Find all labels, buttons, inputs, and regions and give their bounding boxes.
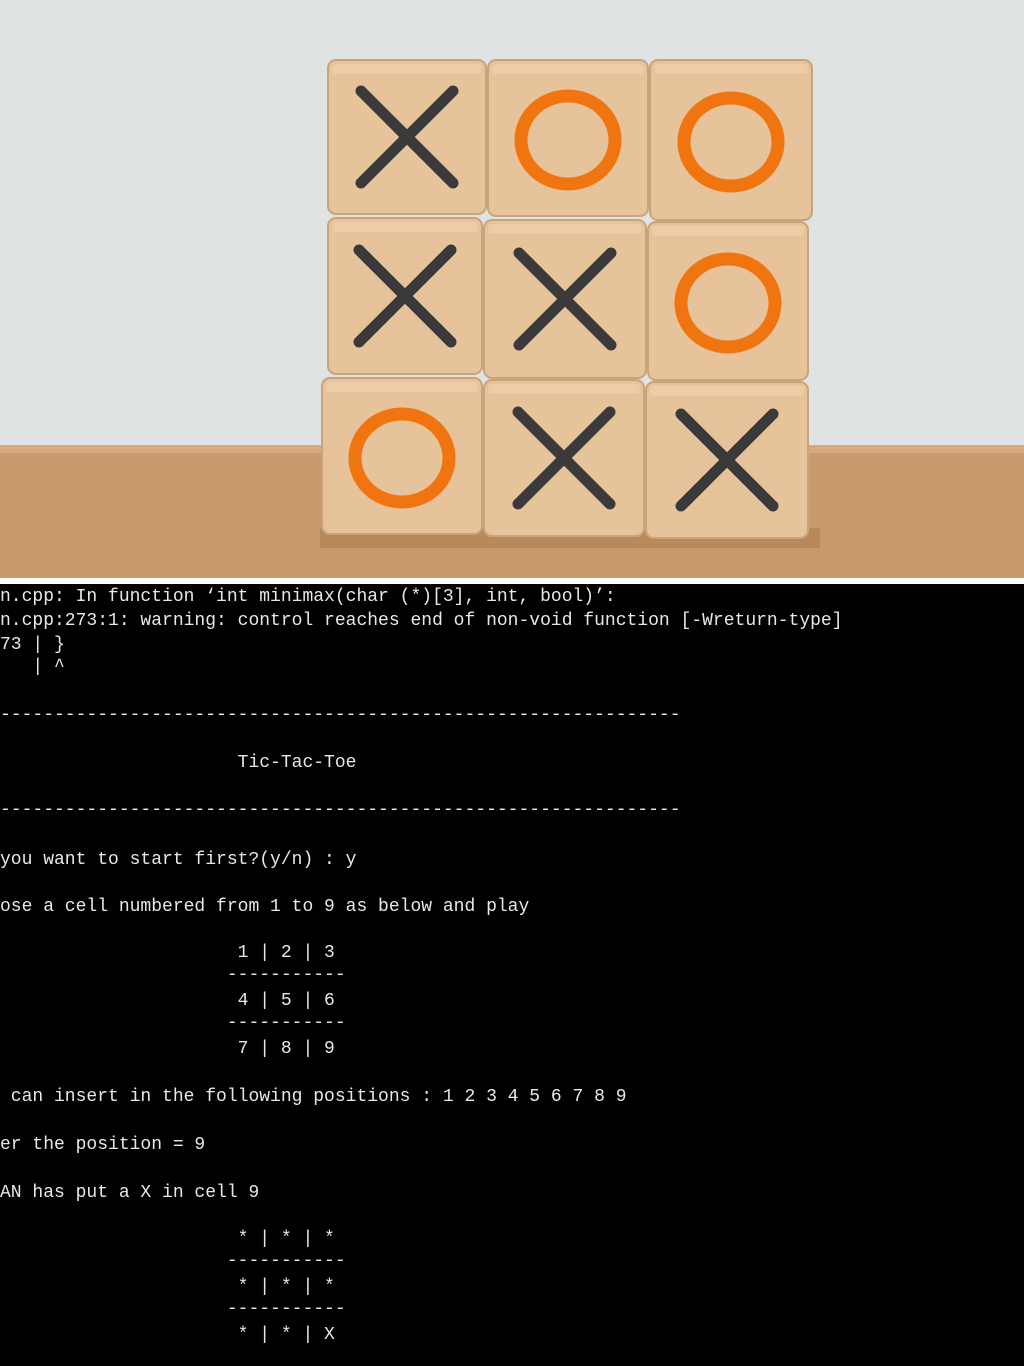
block-grid — [321, 59, 813, 539]
terminal-line: er the position = 9 — [0, 1135, 206, 1155]
terminal-line: ----------- — [0, 1251, 346, 1271]
wood-block — [647, 221, 809, 381]
terminal-line: ----------------------------------------… — [0, 800, 681, 820]
terminal-line: n.cpp:273:1: warning: control reaches en… — [0, 611, 843, 631]
wood-block — [483, 379, 645, 537]
terminal-line: * | * | * — [0, 1277, 335, 1297]
terminal-line: ----------- — [0, 1299, 346, 1319]
wood-block — [327, 59, 487, 215]
wood-block — [487, 59, 649, 217]
wood-block — [645, 381, 809, 539]
terminal-line: 7 | 8 | 9 — [0, 1039, 335, 1059]
terminal-line: * | * | X — [0, 1325, 335, 1345]
terminal-line: 4 | 5 | 6 — [0, 991, 335, 1011]
terminal-line: ose a cell numbered from 1 to 9 as below… — [0, 897, 530, 917]
terminal-line: 1 | 2 | 3 — [0, 943, 335, 963]
terminal-line: ----------- — [0, 1013, 346, 1033]
terminal-line: ----------- — [0, 965, 346, 985]
blocks-illustration — [0, 0, 1024, 578]
wood-block — [483, 219, 647, 379]
wood-block — [327, 217, 483, 375]
terminal-line: * | * | * — [0, 1229, 335, 1249]
terminal-line: can insert in the following positions : … — [0, 1087, 627, 1107]
wood-block — [321, 377, 483, 535]
terminal-line: Tic-Tac-Toe — [0, 753, 357, 773]
terminal-line: AN has put a X in cell 9 — [0, 1183, 260, 1203]
terminal-output: n.cpp: In function ‘int minimax(char (*)… — [0, 584, 1024, 1366]
terminal-line: | ^ — [0, 657, 65, 677]
terminal-line: 73 | } — [0, 635, 65, 655]
terminal-line: you want to start first?(y/n) : y — [0, 850, 357, 870]
tic-tac-toe-photo — [0, 0, 1024, 578]
wood-block — [649, 59, 813, 221]
terminal-line: n.cpp: In function ‘int minimax(char (*)… — [0, 587, 616, 607]
terminal-line: ----------------------------------------… — [0, 705, 681, 725]
